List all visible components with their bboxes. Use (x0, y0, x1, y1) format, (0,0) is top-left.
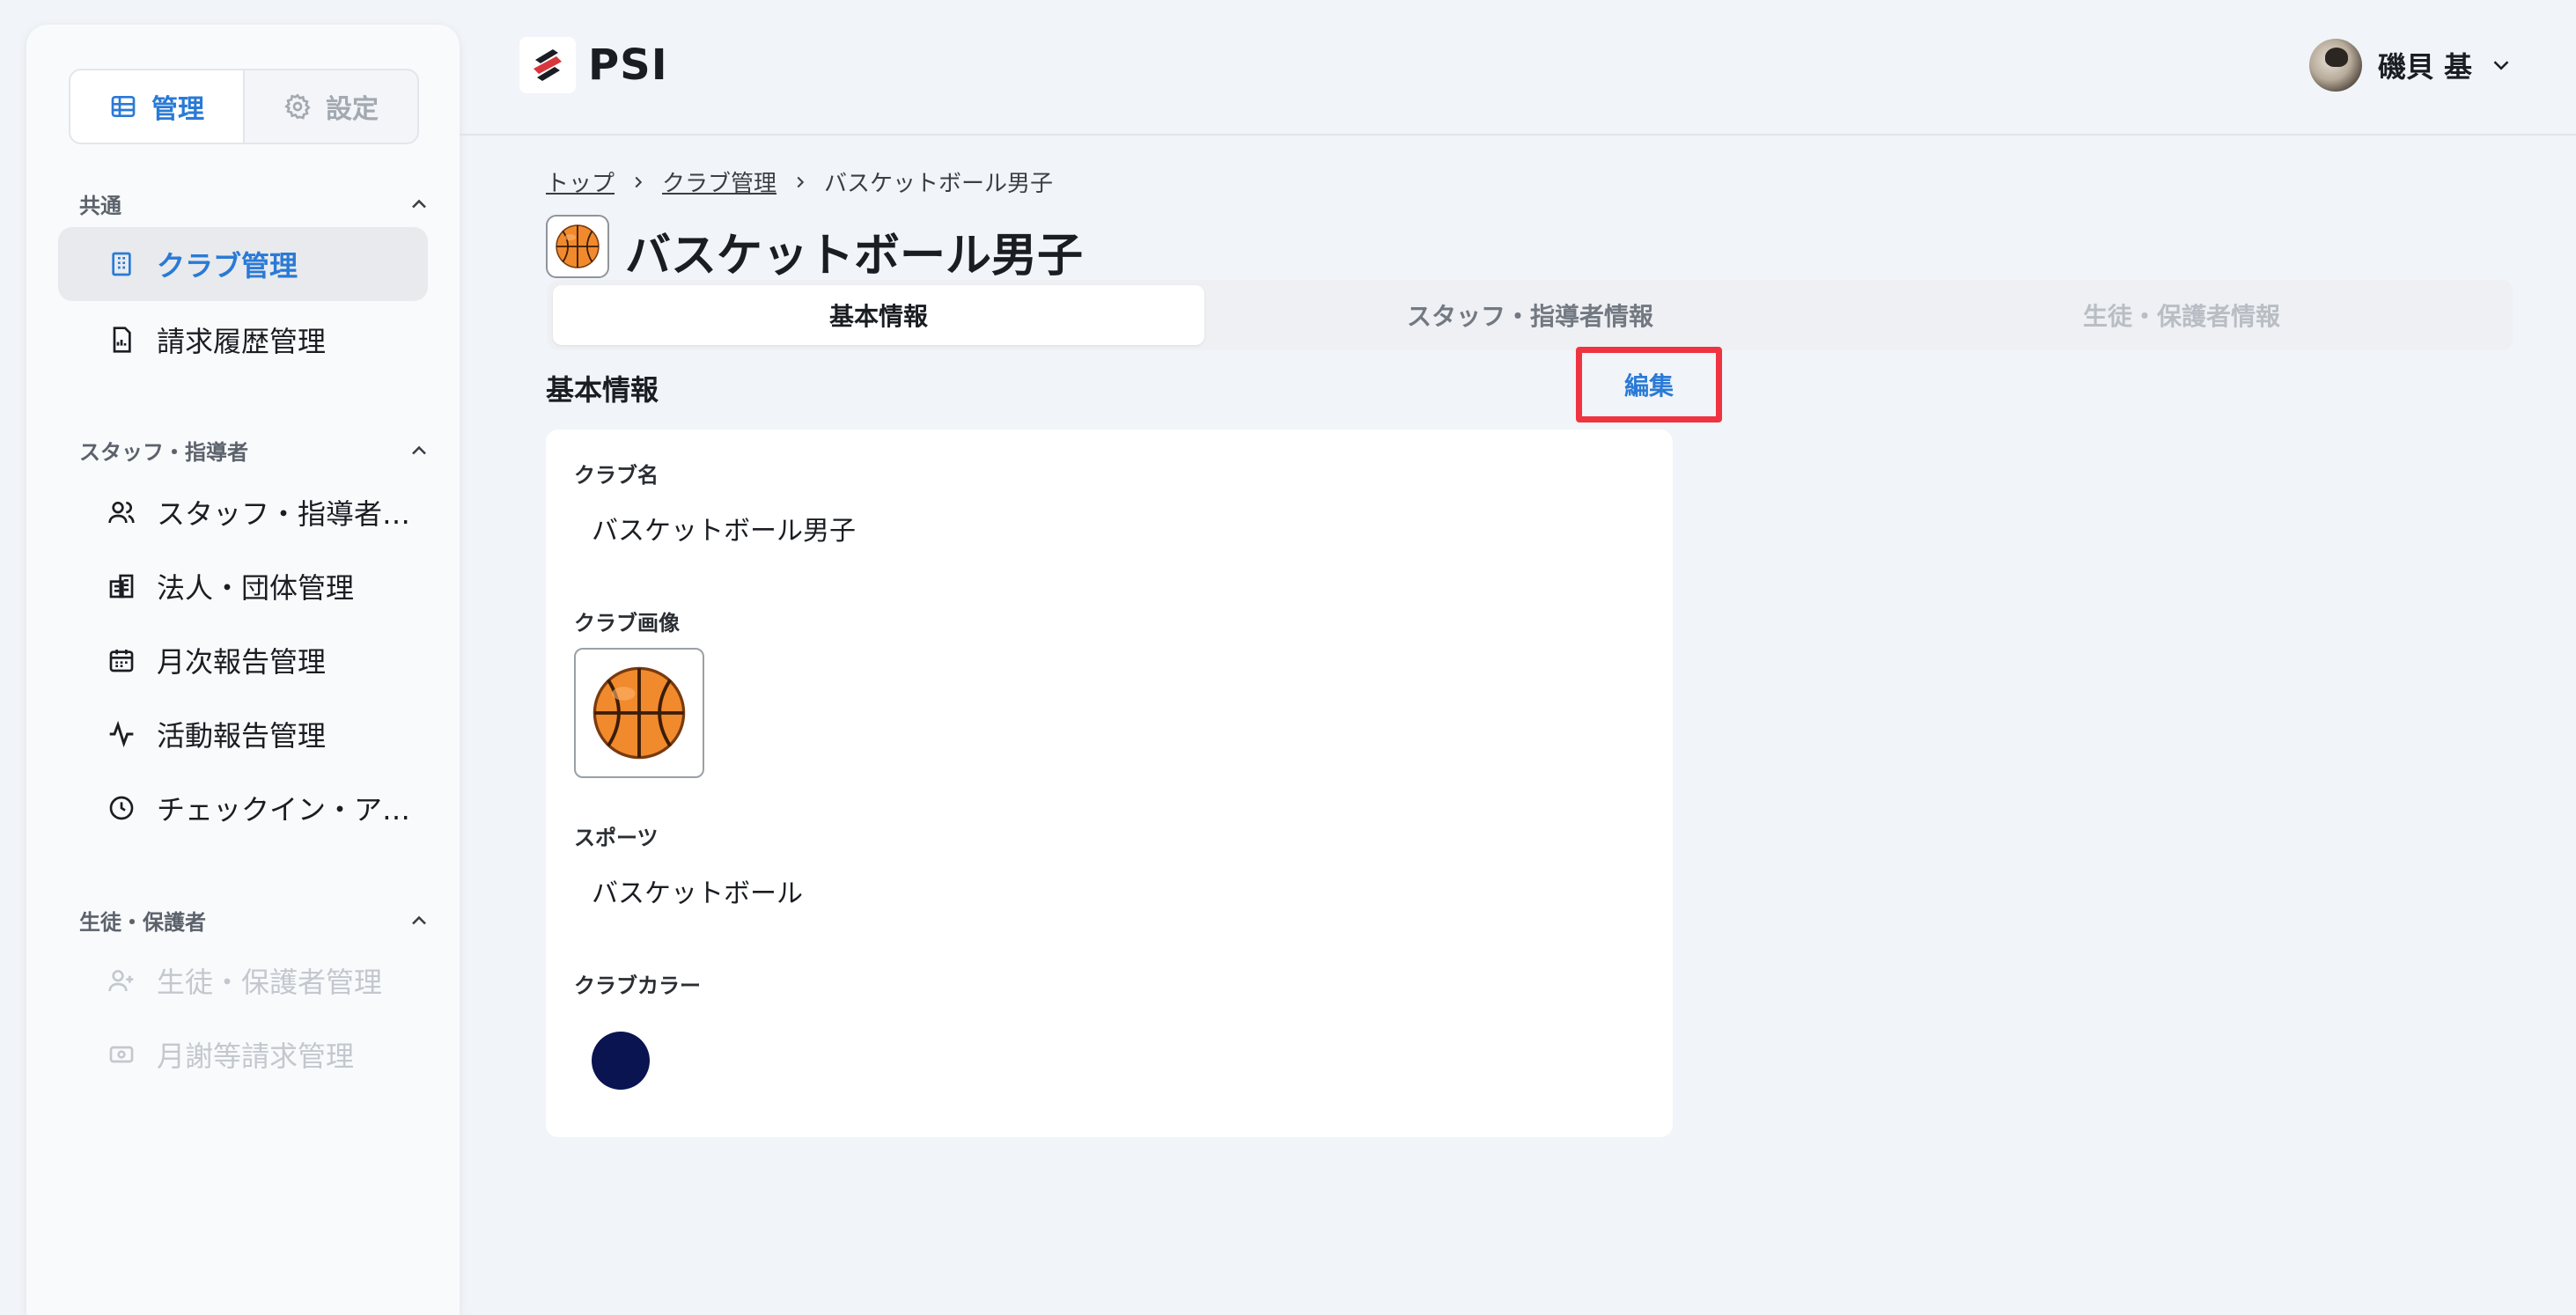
sidebar-item-student-management[interactable]: 生徒・保護者管理 (58, 944, 428, 1017)
mode-toggle: 管理 設定 (69, 69, 419, 144)
calendar-icon (109, 650, 134, 672)
sidebar-item-label: 生徒・保護者管理 (157, 966, 383, 999)
sidebar-item-monthly-report[interactable]: 月次報告管理 (58, 623, 428, 697)
building-icon (112, 252, 131, 276)
breadcrumb-current: バスケットボール男子 (824, 171, 1054, 197)
sidebar-item-organization-management[interactable]: 法人・団体管理 (58, 549, 428, 623)
tab-basic-info[interactable]: 基本情報 (553, 285, 1204, 345)
settings-mode-button[interactable]: 設定 (245, 70, 417, 143)
basic-info-card: クラブ名 バスケットボール男子 クラブ画像 スポーツ バスケットボール クラブカ… (546, 430, 1673, 1137)
basketball-icon (591, 665, 688, 761)
page-title: バスケットボール男子 (625, 230, 1084, 283)
payment-icon (109, 1046, 134, 1063)
club-name-value: バスケットボール男子 (592, 516, 856, 547)
sidebar: 管理 設定 共通 クラブ管理 請求履歴管理 スタッフ・指導者 スタッフ・指導者管… (26, 25, 460, 1315)
sidebar-item-checkin-out[interactable]: チェックイン・アウト管理 (58, 771, 428, 845)
section-staff-title: スタッフ・指導者 (79, 440, 248, 465)
sidebar-item-label: 月次報告管理 (157, 645, 327, 679)
chevron-right-icon (797, 176, 805, 187)
chevron-down-icon (2493, 61, 2509, 70)
users-icon (108, 502, 135, 524)
section-staff-header[interactable]: スタッフ・指導者 (79, 435, 431, 466)
organization-icon (109, 574, 134, 599)
user-plus-icon (108, 970, 134, 992)
edit-button[interactable]: 編集 (1576, 347, 1722, 422)
sidebar-item-label: スタッフ・指導者管理 (157, 497, 428, 531)
app-logo[interactable] (519, 37, 576, 93)
club-name-label: クラブ名 (574, 463, 659, 488)
gear-icon (284, 93, 311, 120)
sidebar-item-label: 法人・団体管理 (157, 571, 355, 605)
basketball-icon (555, 224, 600, 269)
chevron-up-icon (412, 445, 426, 454)
section-student-title: 生徒・保護者 (79, 910, 206, 935)
sidebar-item-club-management[interactable]: クラブ管理 (58, 227, 428, 301)
sidebar-item-label: 月謝等請求管理 (157, 1040, 355, 1073)
tab-student-info[interactable]: 生徒・保護者情報 (1856, 285, 2507, 345)
top-header: PSI 磯貝 基 (460, 0, 2576, 136)
app-name: PSI (588, 40, 668, 90)
manage-mode-button[interactable]: 管理 (70, 70, 245, 143)
sidebar-item-label: 請求履歴管理 (157, 325, 327, 358)
sidebar-item-activity-report[interactable]: 活動報告管理 (58, 697, 428, 771)
breadcrumb-club-link[interactable]: クラブ管理 (662, 165, 776, 198)
manage-mode-label: 管理 (151, 94, 204, 125)
chevron-up-icon (412, 199, 426, 208)
tab-bar: 基本情報 スタッフ・指導者情報 生徒・保護者情報 (548, 280, 2513, 350)
sidebar-item-label: クラブ管理 (157, 249, 298, 283)
sport-value: バスケットボール (592, 878, 803, 909)
club-color-swatch (592, 1032, 650, 1090)
clock-icon (109, 796, 134, 820)
section-common-title: 共通 (79, 194, 121, 218)
sidebar-item-tuition-billing[interactable]: 月謝等請求管理 (58, 1017, 428, 1091)
tab-staff-info[interactable]: スタッフ・指導者情報 (1204, 285, 1856, 345)
sidebar-item-label: 活動報告管理 (157, 719, 327, 753)
club-image (574, 648, 704, 778)
section-common-header[interactable]: 共通 (79, 188, 431, 219)
section-student-header[interactable]: 生徒・保護者 (79, 905, 431, 936)
sidebar-item-staff-management[interactable]: スタッフ・指導者管理 (58, 475, 428, 549)
club-icon (546, 215, 609, 278)
sidebar-item-label: チェックイン・アウト管理 (157, 793, 428, 826)
settings-mode-label: 設定 (326, 94, 379, 125)
sidebar-item-billing-history[interactable]: 請求履歴管理 (58, 303, 428, 377)
user-menu[interactable]: 磯貝 基 (2308, 37, 2514, 93)
section-title: 基本情報 (546, 373, 659, 407)
sport-label: スポーツ (574, 826, 659, 850)
invoice-icon (113, 327, 131, 353)
psi-logo-icon (534, 49, 562, 81)
avatar (2308, 39, 2362, 92)
breadcrumb-top-link[interactable]: トップ (546, 165, 615, 198)
activity-icon (109, 720, 134, 748)
chevron-right-icon (635, 176, 643, 187)
club-color-label: クラブカラー (574, 973, 701, 998)
club-image-label: クラブ画像 (574, 611, 680, 635)
table-icon (111, 96, 136, 117)
breadcrumb: トップ クラブ管理 バスケットボール男子 (546, 165, 1053, 198)
chevron-up-icon (412, 915, 426, 924)
user-name: 磯貝 基 (2377, 50, 2472, 84)
